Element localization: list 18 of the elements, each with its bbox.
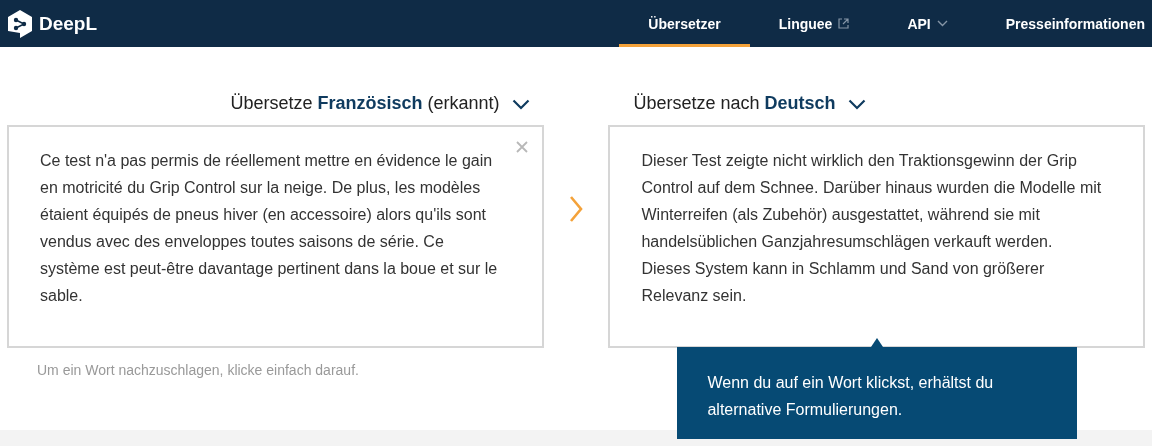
nav-tab[interactable]: Linguee xyxy=(749,0,879,47)
hint-text: Um ein Wort nachzuschlagen, klicke einfach darauf. xyxy=(37,362,360,378)
external-link-icon xyxy=(838,18,850,29)
caret-icon xyxy=(936,20,948,27)
nav-tab[interactable]: API xyxy=(878,0,977,47)
source-text: Ce test n'a pas permis de réellement mettre en évidence le gain en motricité du Grip Control sur la neige. De plus, les modèles étaient équipés de pneus hiver (en accessoire) alors qu'ils sont vendus avec des enveloppes toutes saisons de série. Ce système est peut-être davantage pertinent dans la boue et sur le sable. xyxy=(40,151,499,306)
source-text-area[interactable] xyxy=(7,125,544,348)
tooltip-text: Wenn du auf ein Wort klickst, erhältst du alternative Formulierungen. xyxy=(707,373,995,420)
source-language-selector[interactable]: Übersetze Französisch (erkannt) xyxy=(230,93,500,114)
nav-tab[interactable]: Presseinformationen xyxy=(976,0,1152,47)
arrow-right-icon xyxy=(569,195,583,223)
chevron-down-icon[interactable] xyxy=(511,99,530,110)
logo-text[interactable]: DeepL xyxy=(39,12,98,35)
logo-icon xyxy=(7,8,33,39)
chevron-down-icon[interactable] xyxy=(847,99,866,110)
target-language-selector[interactable]: Übersetze nach Deutsch xyxy=(633,93,836,114)
nav-tab[interactable]: Übersetzer xyxy=(619,0,750,47)
translation-text: Dieser Test zeigte nicht wirklich den Traktionsgewinn der Grip Control auf dem Schnee. Darüber hinaus wurden die Modelle mit Winterreifen (als Zubehör) ausgestattet, während sie mit handelsüblichen Ganzjahresumschlägen verkauft werden. Dieses System kann in Schlamm und Sand von größerer Relevanz sein. xyxy=(641,151,1103,306)
